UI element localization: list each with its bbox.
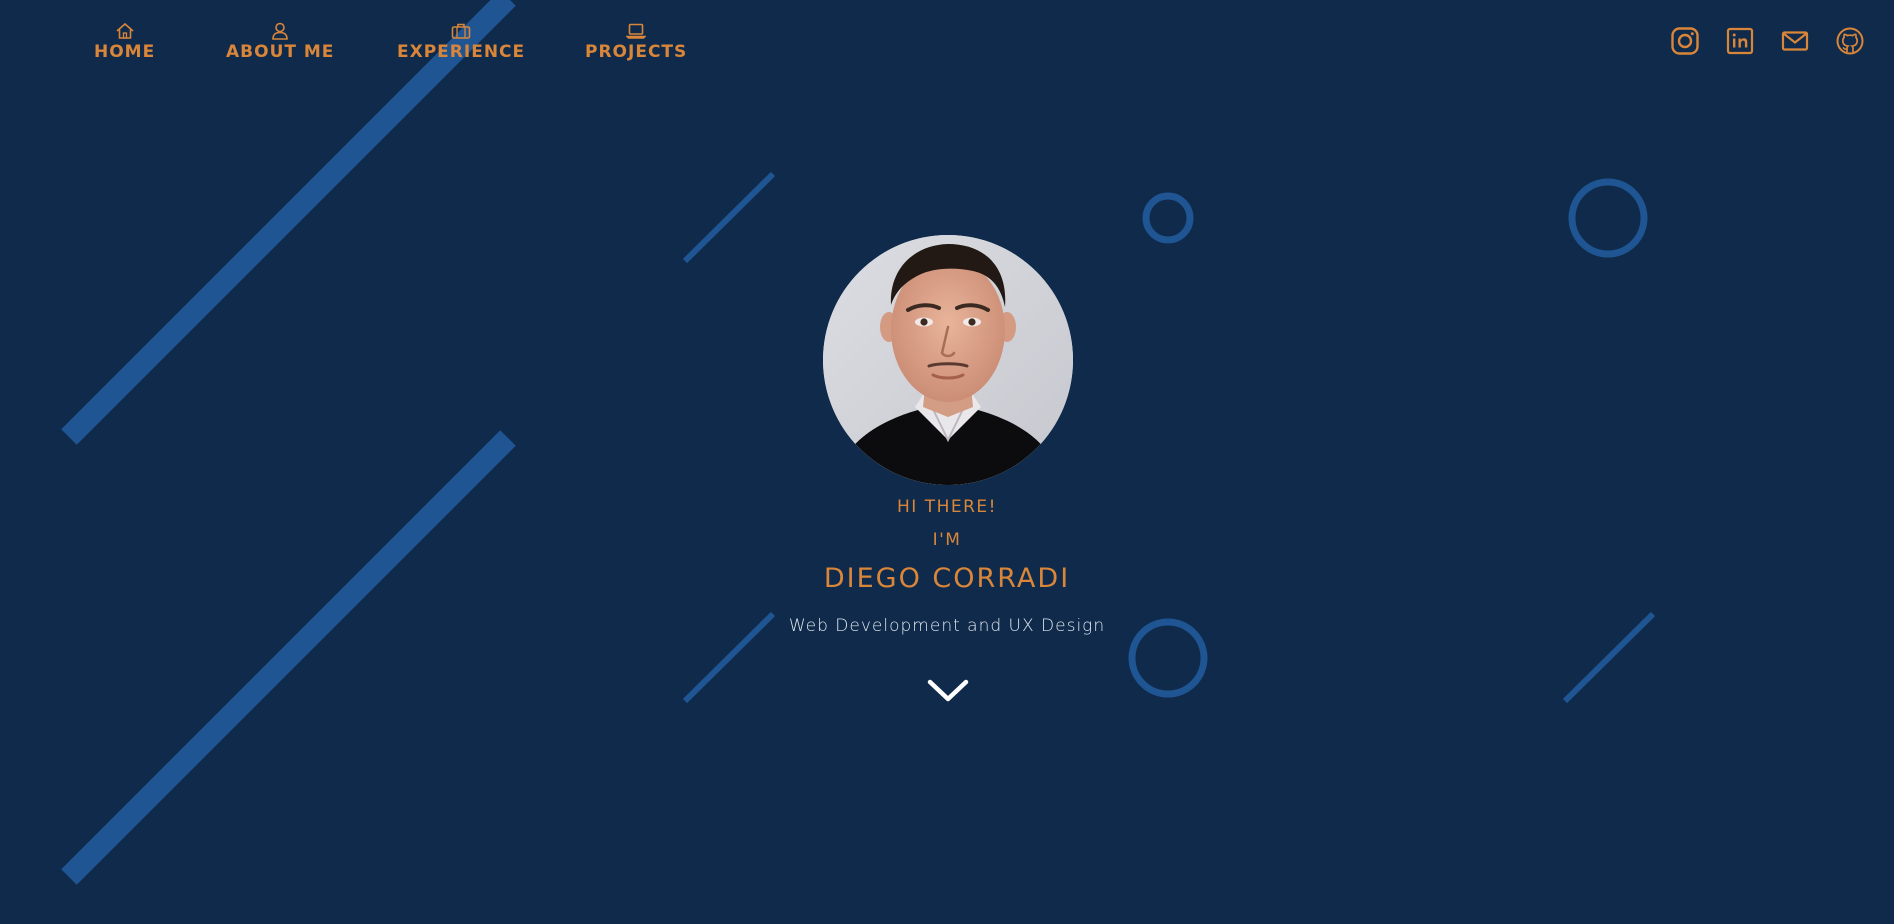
chevron-down-icon[interactable]	[927, 676, 969, 706]
hero-section: HI THERE! I'M DIEGO CORRADI Web Developm…	[0, 0, 1894, 924]
hero-intro: I'M	[932, 530, 962, 550]
avatar	[823, 235, 1073, 485]
page: HOME ABOUT ME EXPERIENCE PROJECTS HI THE…	[0, 0, 1894, 924]
avatar-photo	[823, 235, 1073, 485]
hero-subtitle: Web Development and UX Design	[788, 616, 1106, 636]
hero-name: DIEGO CORRADI	[823, 563, 1071, 594]
hero-greeting: HI THERE!	[897, 497, 997, 517]
